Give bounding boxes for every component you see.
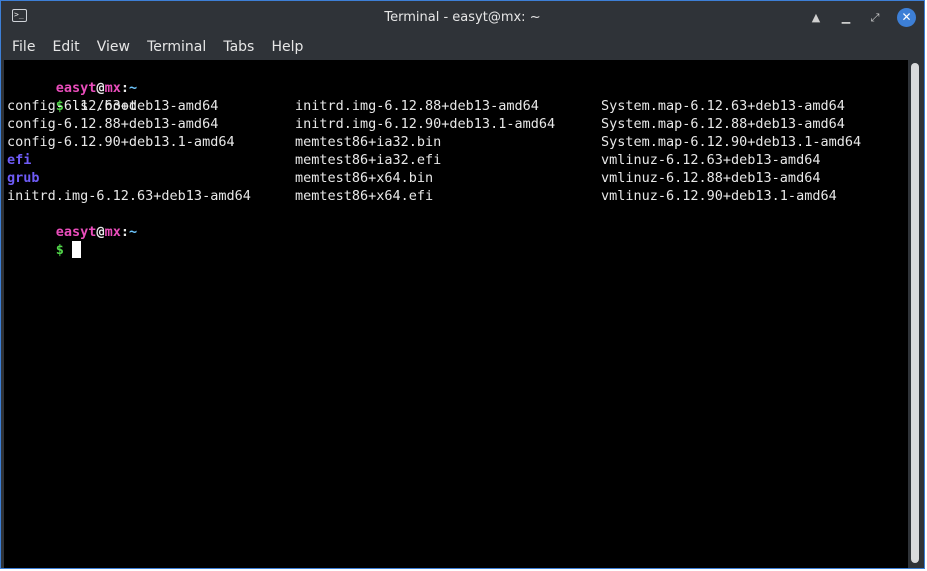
close-button[interactable]: ✕ bbox=[897, 8, 916, 27]
vertical-scrollbar[interactable] bbox=[908, 60, 923, 568]
listing-entry: memtest86+ia32.efi bbox=[295, 152, 442, 168]
prompt-dollar: $ bbox=[55, 242, 64, 258]
terminal-output[interactable]: easyt@mx:~ $ ls /boot config-6.12.63+deb… bbox=[4, 60, 908, 568]
listing-entry: initrd.img-6.12.90+deb13.1-amd64 bbox=[295, 116, 556, 132]
terminal-window: >_ Terminal - easyt@mx: ~ ▲ ▁ ⤢ ✕ File E… bbox=[0, 0, 925, 569]
prompt-line: easyt@mx:~ bbox=[7, 61, 137, 96]
menu-terminal[interactable]: Terminal bbox=[147, 34, 206, 60]
menu-tabs[interactable]: Tabs bbox=[223, 34, 254, 60]
listing-entry: vmlinuz-6.12.90+deb13.1-amd64 bbox=[601, 188, 837, 204]
listing-entry: vmlinuz-6.12.63+deb13-amd64 bbox=[601, 152, 821, 168]
listing-entry: System.map-6.12.63+deb13-amd64 bbox=[601, 98, 845, 114]
menu-bar: File Edit View Terminal Tabs Help bbox=[1, 34, 924, 60]
listing-entry: config-6.12.88+deb13-amd64 bbox=[7, 116, 219, 132]
input-line[interactable]: $ bbox=[7, 223, 82, 258]
title-bar[interactable]: >_ Terminal - easyt@mx: ~ ▲ ▁ ⤢ ✕ bbox=[1, 1, 924, 34]
minimize-icon-button[interactable]: ▁ bbox=[837, 9, 855, 27]
listing-entry: System.map-6.12.90+deb13.1-amd64 bbox=[601, 134, 862, 150]
listing-entry: vmlinuz-6.12.88+deb13-amd64 bbox=[601, 170, 821, 186]
listing-row: config-6.12.63+deb13-amd64 initrd.img-6.… bbox=[7, 97, 907, 115]
listing-row: config-6.12.88+deb13-amd64 initrd.img-6.… bbox=[7, 115, 907, 133]
listing-entry: System.map-6.12.88+deb13-amd64 bbox=[601, 116, 845, 132]
listing-entry: memtest86+x64.efi bbox=[295, 188, 434, 204]
restore-button[interactable]: ⤢ bbox=[866, 9, 884, 27]
listing-entry: initrd.img-6.12.88+deb13-amd64 bbox=[295, 98, 539, 114]
listing-directory: grub bbox=[7, 170, 40, 186]
listing-entry: config-6.12.90+deb13.1-amd64 bbox=[7, 134, 235, 150]
listing-entry: memtest86+x64.bin bbox=[295, 170, 434, 186]
listing-row: grub memtest86+x64.bin vmlinuz-6.12.88+d… bbox=[7, 169, 907, 187]
listing-entry: memtest86+ia32.bin bbox=[295, 134, 442, 150]
command-line: $ ls /boot bbox=[7, 79, 137, 114]
text-cursor bbox=[72, 241, 82, 258]
listing-entry: initrd.img-6.12.63+deb13-amd64 bbox=[7, 188, 251, 204]
prompt-line: easyt@mx:~ bbox=[7, 205, 137, 240]
window-title: Terminal - easyt@mx: ~ bbox=[384, 10, 541, 25]
scrollbar-thumb[interactable] bbox=[911, 63, 919, 563]
listing-entry: config-6.12.63+deb13-amd64 bbox=[7, 98, 219, 114]
menu-file[interactable]: File bbox=[12, 34, 35, 60]
prompt-at: @ bbox=[96, 224, 105, 240]
prompt-host: mx bbox=[104, 224, 121, 240]
listing-row: initrd.img-6.12.63+deb13-amd64 memtest86… bbox=[7, 187, 907, 205]
minimize-button[interactable]: ▲ bbox=[807, 9, 825, 27]
listing-row: efi memtest86+ia32.efi vmlinuz-6.12.63+d… bbox=[7, 151, 907, 169]
listing-row: config-6.12.90+deb13.1-amd64 memtest86+i… bbox=[7, 133, 907, 151]
menu-edit[interactable]: Edit bbox=[53, 34, 80, 60]
prompt-colon: : bbox=[120, 224, 129, 240]
menu-view[interactable]: View bbox=[97, 34, 130, 60]
listing-directory: efi bbox=[7, 152, 32, 168]
prompt-path: ~ bbox=[128, 224, 138, 240]
menu-help[interactable]: Help bbox=[271, 34, 303, 60]
